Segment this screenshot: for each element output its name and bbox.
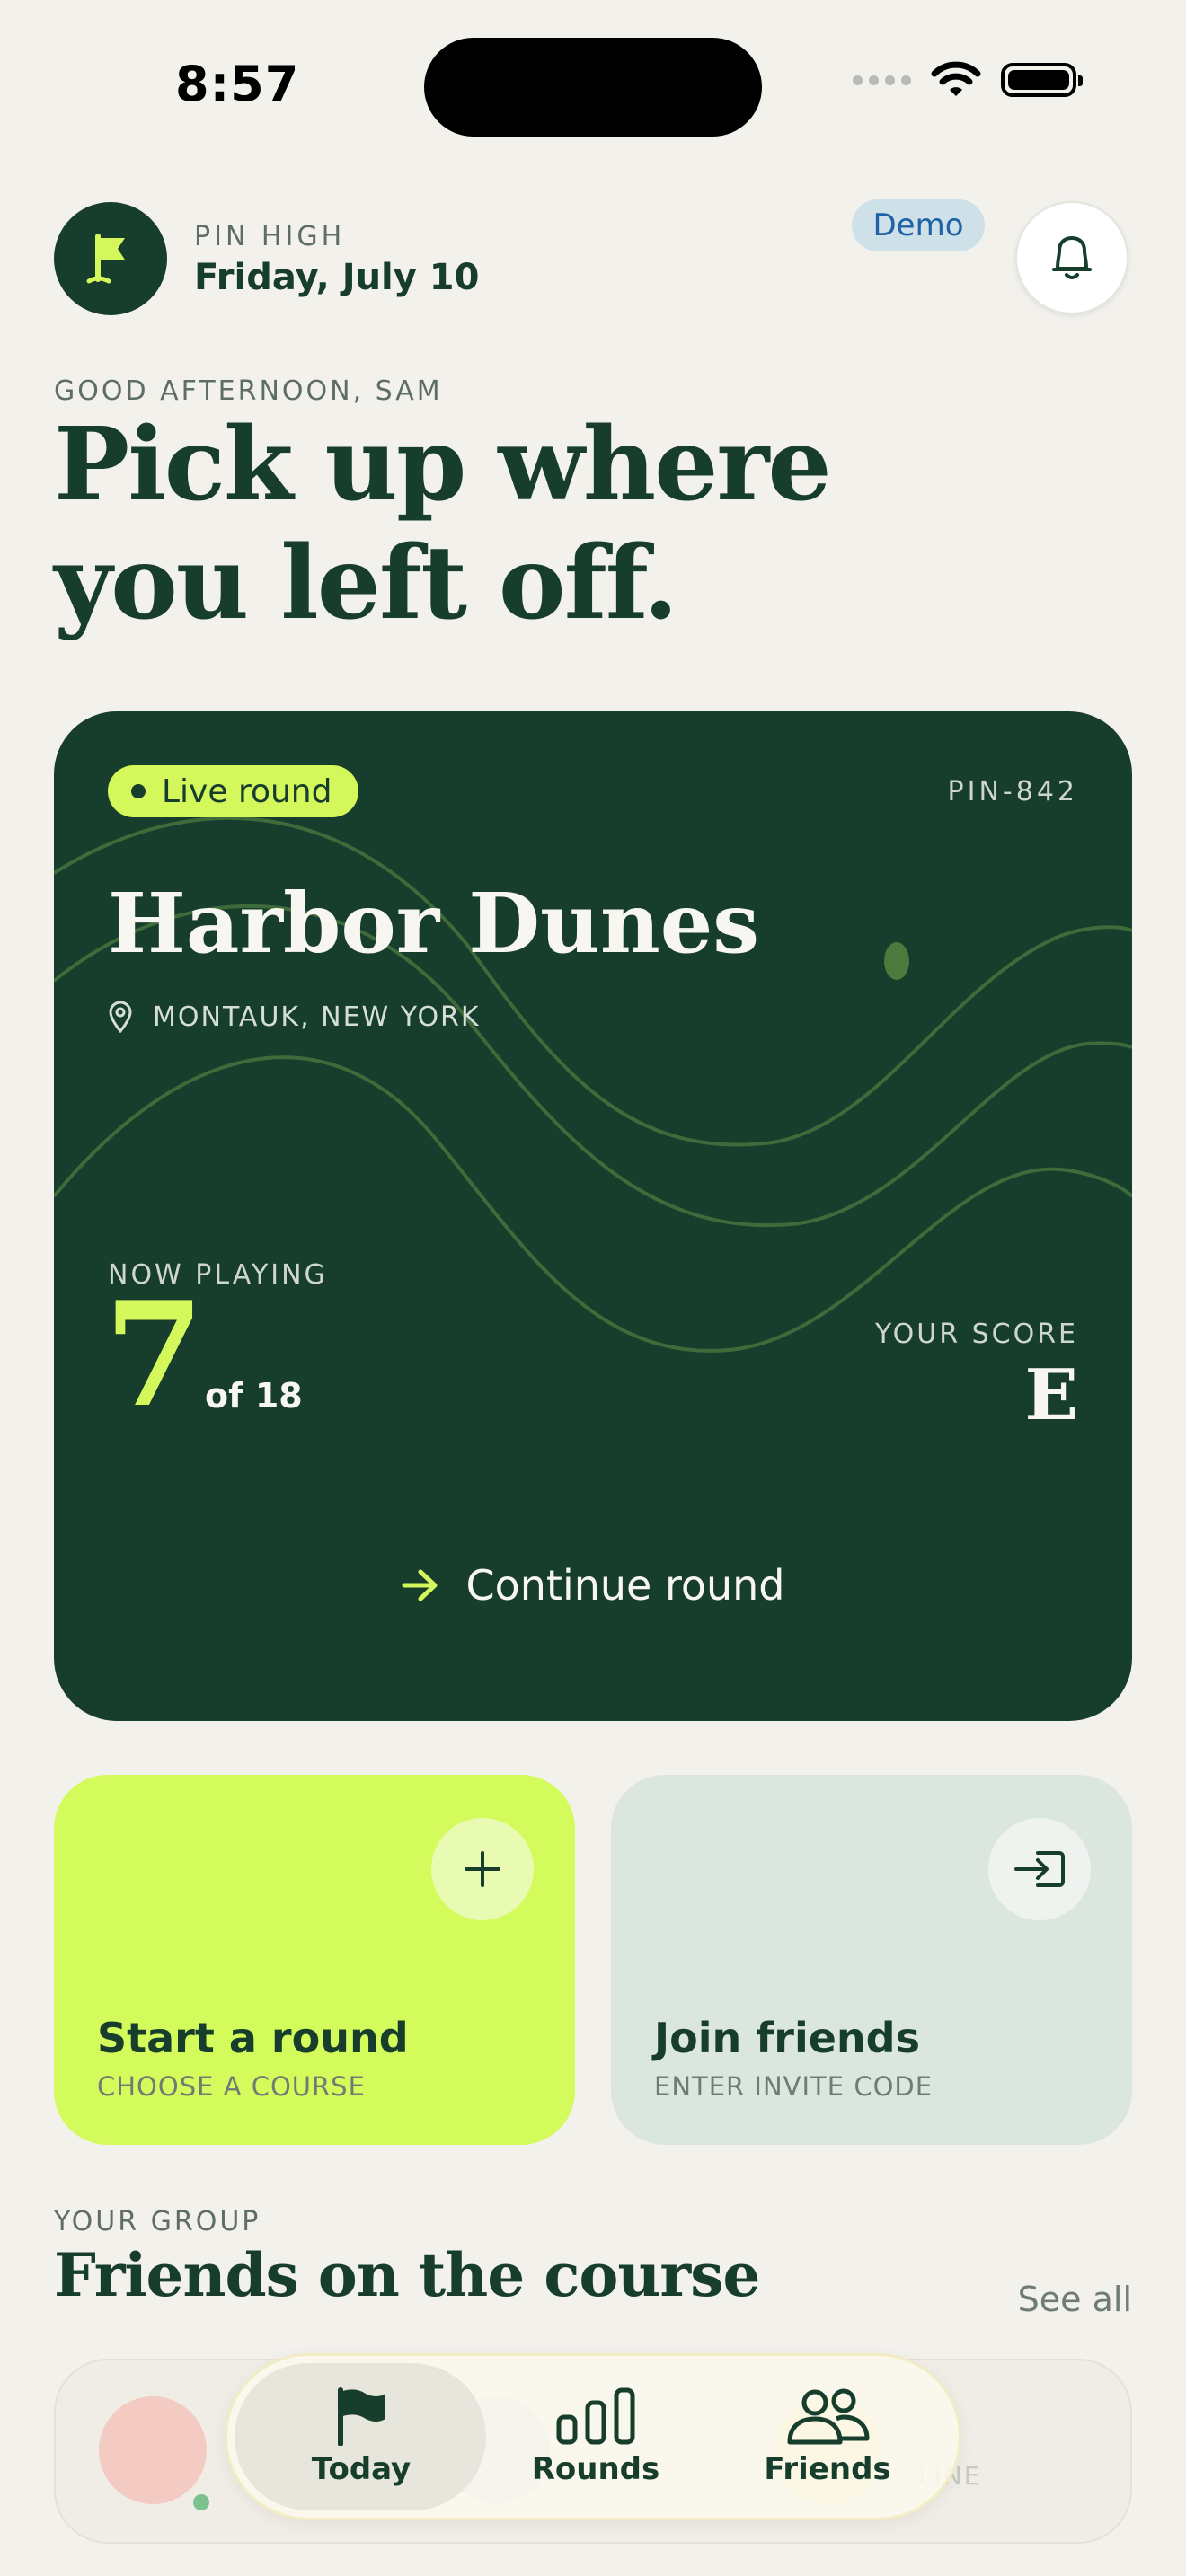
continue-round-button[interactable]: Continue round xyxy=(54,1561,1132,1610)
course-location-label: MONTAUK, NEW YORK xyxy=(153,1001,481,1033)
brand-name: PIN HIGH xyxy=(194,221,346,252)
your-group-label: YOUR GROUP xyxy=(54,2206,261,2237)
plus-icon xyxy=(465,1851,500,1887)
start-round-button[interactable] xyxy=(431,1818,534,1920)
people-icon xyxy=(787,2388,870,2445)
start-round-subtitle: CHOOSE A COURSE xyxy=(97,2071,366,2102)
current-date: Friday, July 10 xyxy=(194,257,480,298)
join-friends-subtitle: ENTER INVITE CODE xyxy=(654,2071,934,2102)
tab-bar: Today Rounds Friends xyxy=(225,2353,961,2520)
course-location: MONTAUK, NEW YORK xyxy=(108,1001,481,1033)
live-round-badge-label: Live round xyxy=(162,772,332,810)
friend-avatar[interactable] xyxy=(99,2396,207,2504)
status-time: 8:57 xyxy=(175,56,300,112)
friends-section-title: Friends on the course xyxy=(54,2240,760,2310)
join-friends-tile[interactable]: Join friends ENTER INVITE CODE xyxy=(611,1775,1132,2145)
status-icons xyxy=(853,61,1083,99)
start-round-tile[interactable]: Start a round CHOOSE A COURSE xyxy=(54,1775,575,2145)
see-all-link[interactable]: See all xyxy=(1018,2280,1132,2319)
dynamic-island xyxy=(424,38,762,137)
tab-friends-label: Friends xyxy=(764,2451,891,2487)
tab-today-label: Today xyxy=(311,2451,412,2487)
continue-round-label: Continue round xyxy=(465,1561,785,1610)
tab-today[interactable]: Today xyxy=(249,2356,474,2518)
round-code: PIN-842 xyxy=(947,776,1078,807)
your-score-label: YOUR SCORE xyxy=(874,1319,1078,1350)
bell-icon xyxy=(1052,236,1092,279)
flag-icon xyxy=(338,2387,385,2446)
battery-icon xyxy=(1001,63,1083,97)
tab-friends[interactable]: Friends xyxy=(715,2356,940,2518)
wifi-icon xyxy=(931,61,981,96)
demo-badge[interactable]: Demo xyxy=(852,199,985,251)
live-round-card[interactable]: Live round PIN-842 Harbor Dunes MONTAUK,… xyxy=(54,711,1132,1721)
headline-line-1: Pick up where xyxy=(54,406,832,524)
flag-logo-icon xyxy=(86,234,125,284)
course-name: Harbor Dunes xyxy=(108,875,760,972)
cellular-signal-icon xyxy=(853,75,911,85)
notifications-button[interactable] xyxy=(1015,201,1128,314)
tab-rounds[interactable]: Rounds xyxy=(483,2356,708,2518)
app-logo xyxy=(54,202,167,315)
bar-chart-icon xyxy=(556,2387,635,2445)
online-status-dot xyxy=(190,2492,212,2513)
map-pin-icon xyxy=(109,1001,132,1033)
join-friends-title: Join friends xyxy=(654,2014,920,2062)
enter-icon xyxy=(1014,1851,1065,1887)
arrow-right-icon xyxy=(402,1569,438,1601)
greeting-label: GOOD AFTERNOON, SAM xyxy=(54,375,443,407)
live-dot-icon xyxy=(131,784,146,798)
your-score-value: E xyxy=(1024,1354,1078,1436)
start-round-title: Start a round xyxy=(97,2014,409,2062)
page-headline: Pick up where you left off. xyxy=(54,406,832,643)
current-hole: 7 xyxy=(104,1270,205,1439)
tab-rounds-label: Rounds xyxy=(531,2451,660,2487)
headline-line-2: you left off. xyxy=(54,525,678,642)
join-friends-button[interactable] xyxy=(988,1818,1091,1920)
hole-total: of 18 xyxy=(205,1376,303,1416)
live-round-badge: Live round xyxy=(108,765,359,817)
